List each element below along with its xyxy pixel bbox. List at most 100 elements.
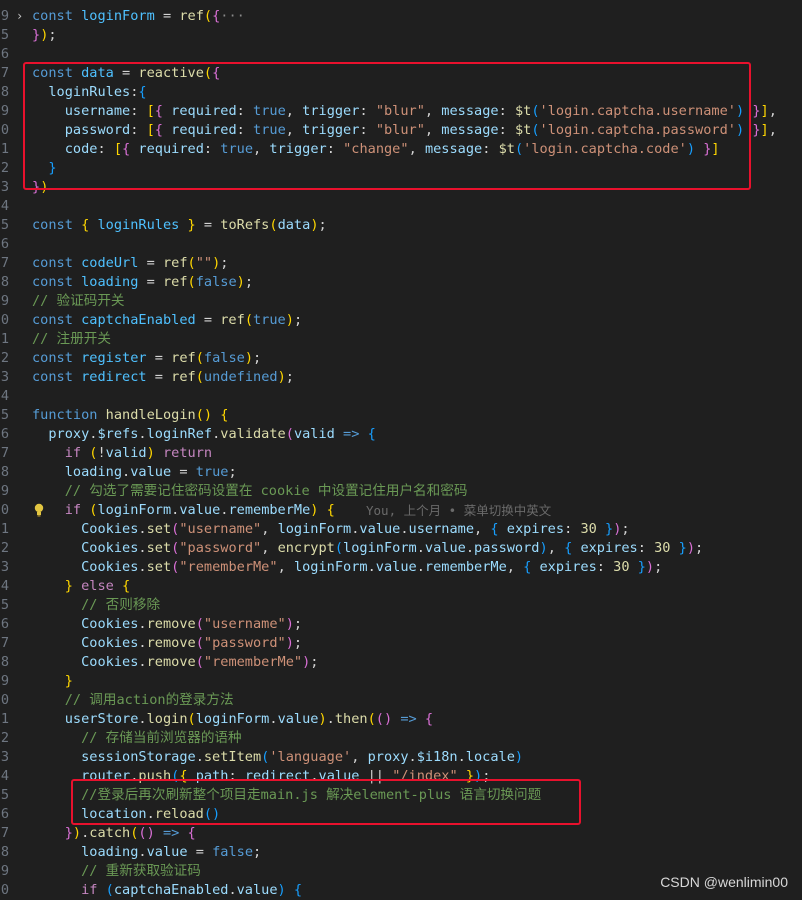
code-line[interactable]: 9 // 勾选了需要记住密码设置在 cookie 中设置记住用户名和密码 bbox=[0, 482, 802, 501]
token-constant: data bbox=[81, 65, 114, 81]
code-line[interactable]: 1 Cookies.set("username", loginForm.valu… bbox=[0, 520, 802, 539]
code-line[interactable]: 6 bbox=[0, 235, 802, 254]
code-line[interactable]: 4 bbox=[0, 197, 802, 216]
token-bracket1: ( bbox=[203, 65, 213, 81]
token-bracket3: } bbox=[596, 521, 614, 537]
code-line[interactable]: 9 } bbox=[0, 672, 802, 691]
code-line[interactable]: 2 } bbox=[0, 159, 802, 178]
code-line[interactable]: 5 //登录后再次刷新整个项目走main.js 解决element-plus 语… bbox=[0, 786, 802, 805]
code-text: const { loginRules } = toRefs(data); bbox=[32, 216, 327, 235]
code-line[interactable]: 6 Cookies.remove("username"); bbox=[0, 615, 802, 634]
code-line[interactable]: 9 username: [{ required: true, trigger: … bbox=[0, 102, 802, 121]
code-line[interactable]: 8 Cookies.remove("rememberMe"); bbox=[0, 653, 802, 672]
token-bracket3: { bbox=[138, 84, 147, 100]
code-line[interactable]: 2 const register = ref(false); bbox=[0, 349, 802, 368]
fold-chevron-icon[interactable]: › bbox=[16, 7, 23, 26]
code-line[interactable]: 2 Cookies.set("password", encrypt(loginF… bbox=[0, 539, 802, 558]
token-variable: expires bbox=[506, 521, 565, 537]
token-bracket1: ) bbox=[285, 312, 294, 328]
token-bracket3: { bbox=[490, 521, 507, 537]
token-variable: value bbox=[179, 502, 221, 518]
token-plain: = bbox=[146, 369, 172, 385]
token-constant: loginRules bbox=[97, 217, 180, 233]
token-keyword: function bbox=[32, 407, 106, 423]
token-bracket1: ( bbox=[244, 312, 253, 328]
token-bracket1: [ bbox=[146, 103, 155, 119]
code-line[interactable]: 6 proxy.$refs.loginRef.validate(valid =>… bbox=[0, 425, 802, 444]
code-text: const data = reactive({ bbox=[32, 64, 220, 83]
code-line[interactable]: 7 }).catch(() => { bbox=[0, 824, 802, 843]
code-line[interactable]: 3}) bbox=[0, 178, 802, 197]
line-number: 6 bbox=[0, 806, 9, 822]
code-line[interactable]: 1 // 注册开关 bbox=[0, 330, 802, 349]
code-text: }).catch(() => { bbox=[32, 824, 196, 843]
code-text: const captchaEnabled = ref(true); bbox=[32, 311, 302, 330]
code-line[interactable]: 4 } else { bbox=[0, 577, 802, 596]
code-line[interactable]: 3 Cookies.set("rememberMe", loginForm.va… bbox=[0, 558, 802, 577]
code-line[interactable]: 8 loginRules:{ bbox=[0, 83, 802, 102]
token-plain: : bbox=[359, 103, 376, 119]
token-bracket2: { bbox=[154, 103, 172, 119]
code-line[interactable]: 6 bbox=[0, 45, 802, 64]
code-line[interactable]: 9 // 验证码开关 bbox=[0, 292, 802, 311]
code-line[interactable]: 7 if (!valid) return bbox=[0, 444, 802, 463]
code-line[interactable]: 8 const loading = ref(false); bbox=[0, 273, 802, 292]
token-variable: router bbox=[32, 768, 131, 784]
token-variable: password bbox=[474, 540, 540, 556]
code-line[interactable]: 3 const redirect = ref(undefined); bbox=[0, 368, 802, 387]
token-plain: ; bbox=[228, 464, 237, 480]
code-line[interactable]: 5}); bbox=[0, 26, 802, 45]
token-variable: loginForm bbox=[195, 711, 270, 727]
token-bracket2: } bbox=[695, 141, 712, 157]
code-line[interactable]: 5 const { loginRules } = toRefs(data); bbox=[0, 216, 802, 235]
token-plain: , bbox=[253, 141, 270, 157]
token-variable: $refs bbox=[97, 426, 139, 442]
token-plain: : bbox=[498, 103, 515, 119]
token-string: "username" bbox=[203, 616, 286, 632]
code-line[interactable]: 8 loading.value = true; bbox=[0, 463, 802, 482]
code-line[interactable]: 7 const codeUrl = ref(""); bbox=[0, 254, 802, 273]
code-line[interactable]: 7 const data = reactive({ bbox=[0, 64, 802, 83]
code-text: Cookies.remove("username"); bbox=[32, 615, 302, 634]
code-line[interactable]: 8 loading.value = false; bbox=[0, 843, 802, 862]
token-function: catch bbox=[89, 825, 131, 841]
code-line[interactable]: 7 Cookies.remove("password"); bbox=[0, 634, 802, 653]
code-line[interactable]: 3 sessionStorage.setItem('language', pro… bbox=[0, 748, 802, 767]
token-function: ref bbox=[220, 312, 245, 328]
token-bracket1: ( bbox=[269, 217, 278, 233]
token-bracket2: ( bbox=[195, 635, 204, 651]
token-string: "rememberMe" bbox=[179, 559, 278, 575]
code-line[interactable]: 0 const captchaEnabled = ref(true); bbox=[0, 311, 802, 330]
code-line[interactable]: 0 // 调用action的登录方法 bbox=[0, 691, 802, 710]
token-function: then bbox=[334, 711, 368, 727]
token-plain: : bbox=[637, 540, 655, 556]
code-line[interactable]: 2 // 存储当前浏览器的语种 bbox=[0, 729, 802, 748]
code-line[interactable]: 9 › const loginForm = ref({··· bbox=[0, 7, 802, 26]
token-bracket1: ] bbox=[760, 103, 769, 119]
code-text: function handleLogin() { bbox=[32, 406, 228, 425]
code-editor[interactable]: 9 › const loginForm = ref({··· 5}); 6 7 const … bbox=[0, 0, 802, 898]
code-text: Cookies.remove("password"); bbox=[32, 634, 302, 653]
token-variable: sessionStorage bbox=[32, 749, 196, 765]
code-line[interactable]: 5 // 否则移除 bbox=[0, 596, 802, 615]
code-line[interactable]: 0 if (loginForm.value.rememberMe) {You, … bbox=[0, 501, 802, 520]
token-function: push bbox=[138, 768, 172, 784]
code-line[interactable]: 4 router.push({ path: redirect.value || … bbox=[0, 767, 802, 786]
line-number: 9 bbox=[0, 293, 9, 309]
code-line[interactable]: 4 bbox=[0, 387, 802, 406]
token-function: remove bbox=[146, 635, 196, 651]
token-plain: . bbox=[122, 464, 131, 480]
code-line[interactable]: 0 password: [{ required: true, trigger: … bbox=[0, 121, 802, 140]
token-plain: : bbox=[564, 521, 581, 537]
code-line[interactable]: 5 function handleLogin() { bbox=[0, 406, 802, 425]
code-line[interactable]: 1 code: [{ required: true, trigger: "cha… bbox=[0, 140, 802, 159]
code-line[interactable]: 6 location.reload() bbox=[0, 805, 802, 824]
code-line[interactable]: 1 userStore.login(loginForm.value).then(… bbox=[0, 710, 802, 729]
token-bracket1: ( bbox=[187, 274, 196, 290]
token-plain: = bbox=[154, 8, 180, 24]
token-keyword: true bbox=[195, 464, 229, 480]
line-number: 9 bbox=[0, 483, 9, 499]
token-function: 30 bbox=[613, 559, 630, 575]
token-plain: . bbox=[138, 616, 147, 632]
token-bracket3: { bbox=[293, 882, 303, 898]
